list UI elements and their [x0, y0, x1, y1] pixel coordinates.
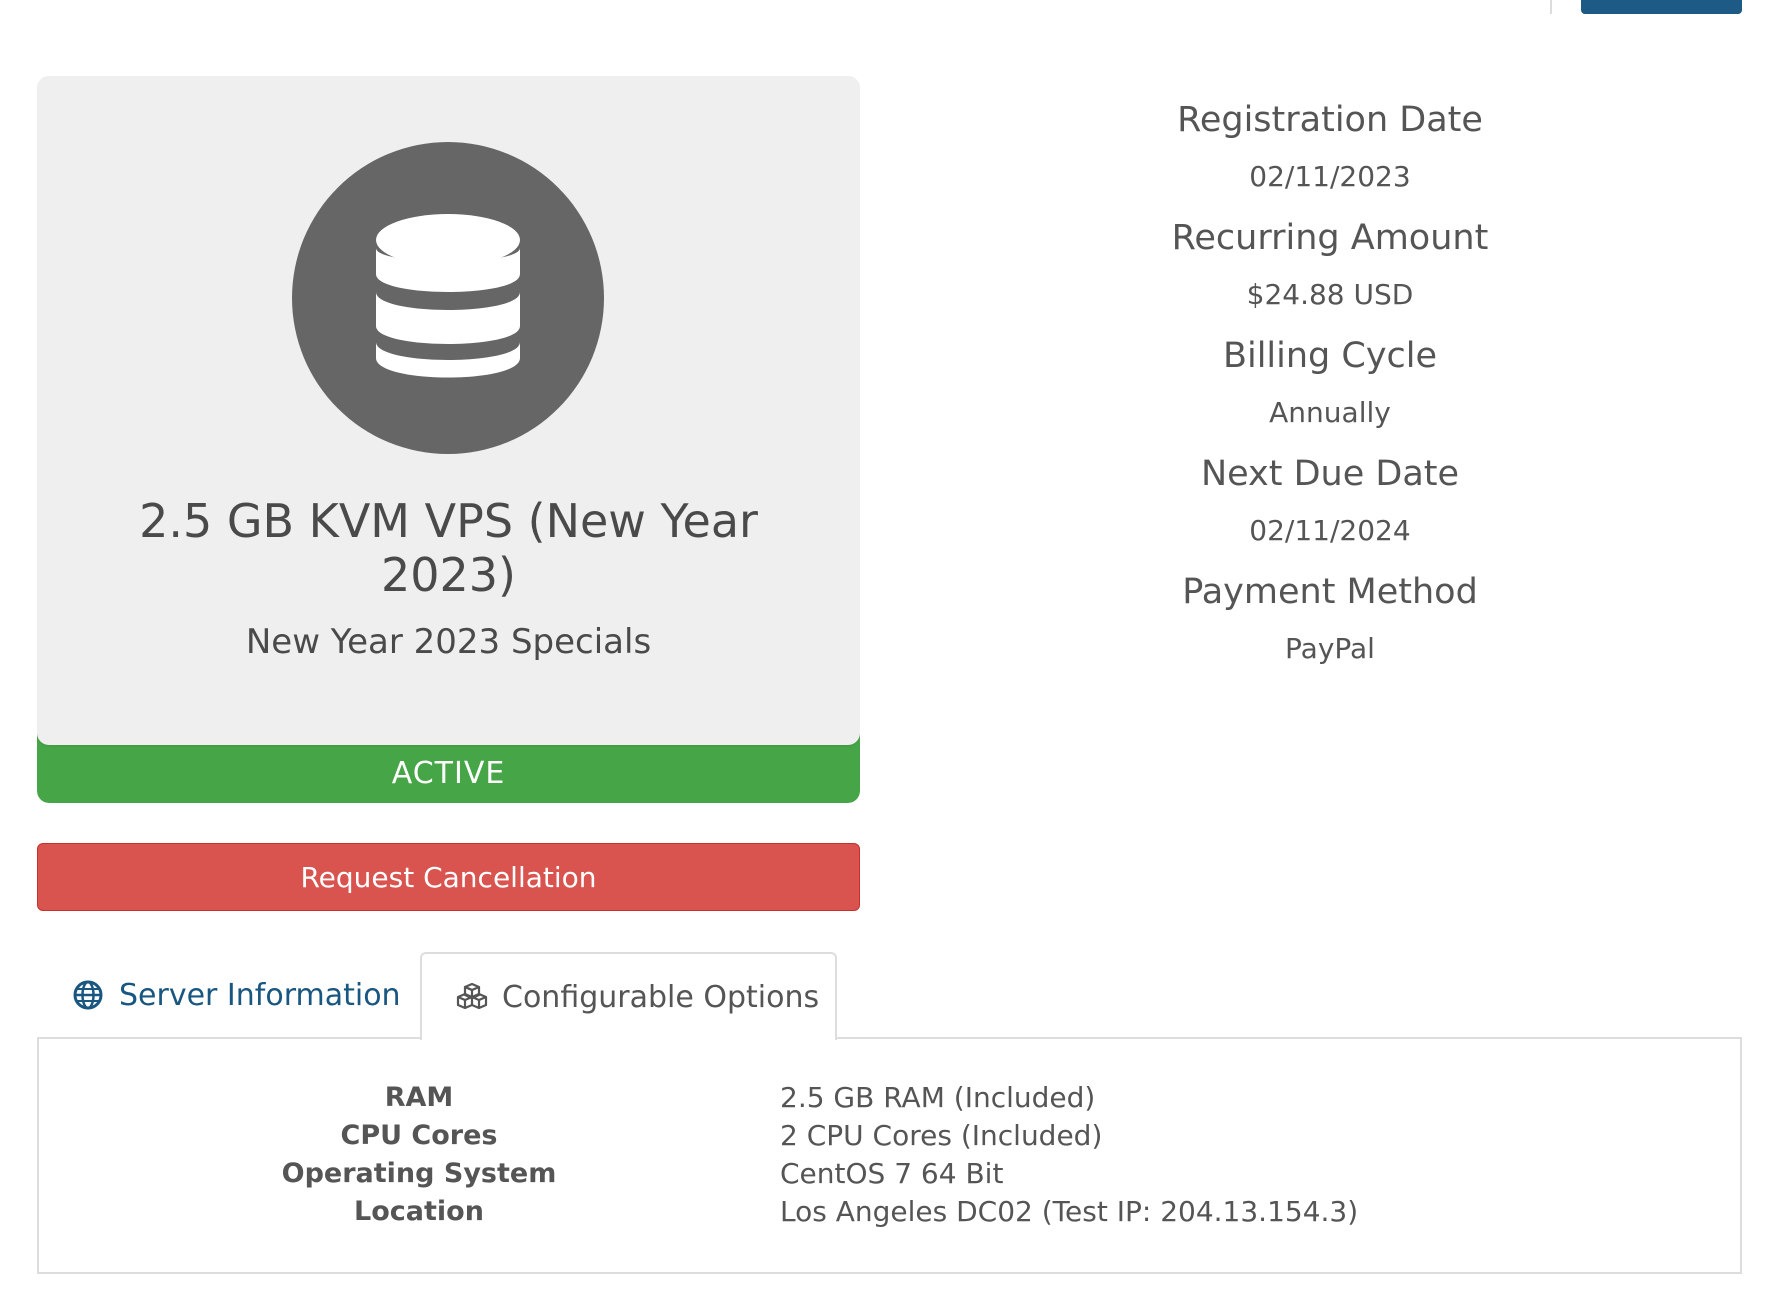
- recurring-amount-label: Recurring Amount: [1171, 218, 1489, 258]
- option-label: RAM: [384, 1082, 454, 1113]
- option-value: Los Angeles DC02 (Test IP: 204.13.154.3): [780, 1195, 1359, 1228]
- product-details-panel: 2.5 GB KVM VPS (New Year 2023) New Year …: [37, 76, 860, 745]
- option-label: Operating System: [281, 1158, 557, 1189]
- option-row-location: Location Los Angeles DC02 (Test IP: 204.…: [39, 1193, 1740, 1231]
- option-value: 2.5 GB RAM (Included): [780, 1081, 1096, 1114]
- option-value: CentOS 7 64 Bit: [780, 1157, 1004, 1190]
- page: 2.5 GB KVM VPS (New Year 2023) New Year …: [0, 0, 1783, 1300]
- billing-cycle-value: Annually: [1269, 396, 1391, 429]
- billing-info: Registration Date 02/11/2023 Recurring A…: [1080, 88, 1580, 678]
- option-row-ram: RAM 2.5 GB RAM (Included): [39, 1079, 1740, 1117]
- option-label: CPU Cores: [340, 1120, 498, 1151]
- next-due-date-value: 02/11/2024: [1249, 514, 1411, 547]
- globe-icon: [73, 980, 103, 1010]
- tab-server-information[interactable]: Server Information: [37, 952, 417, 1038]
- product-name: 2.5 GB KVM VPS (New Year 2023): [139, 494, 758, 602]
- top-divider: [1550, 0, 1552, 14]
- payment-method-value: PayPal: [1285, 632, 1375, 665]
- option-row-operating-system: Operating System CentOS 7 64 Bit: [39, 1155, 1740, 1193]
- option-label: Location: [354, 1196, 484, 1227]
- tab-server-information-label: Server Information: [119, 977, 401, 1013]
- product-card: 2.5 GB KVM VPS (New Year 2023) New Year …: [37, 76, 860, 803]
- status-text: ACTIVE: [391, 756, 506, 791]
- option-row-cpu-cores: CPU Cores 2 CPU Cores (Included): [39, 1117, 1740, 1155]
- top-primary-button[interactable]: [1581, 0, 1742, 14]
- request-cancellation-button[interactable]: Request Cancellation: [37, 843, 860, 911]
- option-value: 2 CPU Cores (Included): [780, 1119, 1103, 1152]
- registration-date-label: Registration Date: [1177, 100, 1483, 140]
- tab-configurable-options[interactable]: Configurable Options: [420, 952, 837, 1040]
- registration-date-value: 02/11/2023: [1249, 160, 1411, 193]
- tab-configurable-options-label: Configurable Options: [502, 979, 820, 1015]
- cubes-icon: [456, 983, 488, 1010]
- next-due-date-label: Next Due Date: [1200, 454, 1460, 494]
- billing-cycle-label: Billing Cycle: [1222, 336, 1438, 376]
- payment-method-label: Payment Method: [1182, 572, 1478, 612]
- database-icon: [376, 214, 520, 378]
- product-icon-circle: [292, 142, 604, 454]
- product-group: New Year 2023 Specials: [245, 622, 652, 662]
- configurable-options-panel: RAM 2.5 GB RAM (Included) CPU Cores 2 CP…: [37, 1037, 1742, 1274]
- recurring-amount-value: $24.88 USD: [1246, 278, 1414, 311]
